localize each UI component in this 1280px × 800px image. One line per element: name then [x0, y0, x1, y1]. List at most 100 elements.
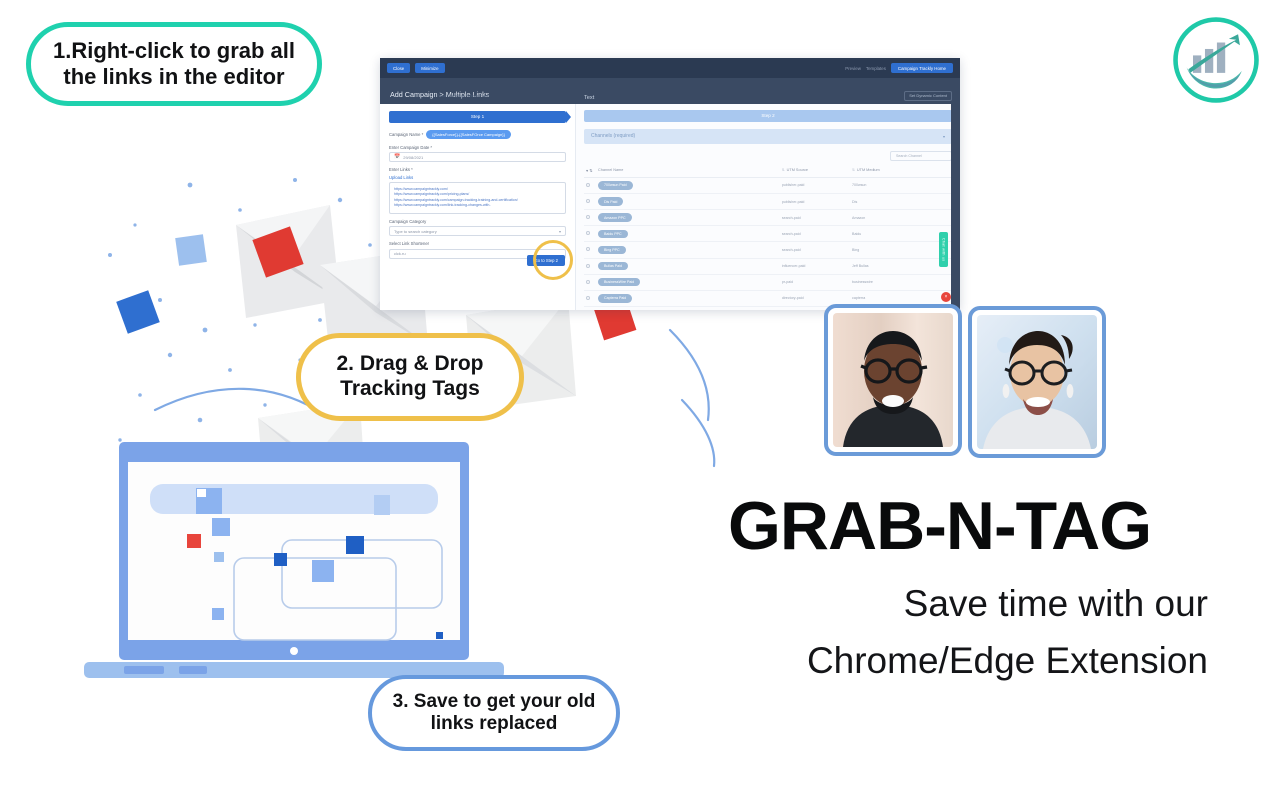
avatar	[977, 315, 1097, 449]
row-checkbox[interactable]	[586, 247, 590, 252]
chevron-down-icon: ▾	[942, 133, 945, 139]
highlight-ring	[533, 240, 573, 280]
cell-utm-medium: 700wsun	[850, 177, 952, 194]
campaign-category-input[interactable]: Type to search category ▾	[389, 226, 566, 237]
row-checkbox-cell[interactable]	[584, 177, 596, 194]
portrait-photo-right	[968, 306, 1106, 458]
page-headline: GRAB-N-TAG	[728, 488, 1152, 564]
search-channel-input[interactable]: Search Channel	[890, 150, 952, 161]
row-checkbox[interactable]	[586, 215, 590, 220]
set-dynamic-content-button[interactable]: Set Dynamic Content	[904, 90, 952, 101]
channel-pill: Bing PPC	[598, 245, 626, 255]
campaign-date-input[interactable]: 📅 29/08/2021	[389, 152, 566, 163]
channel-pill: Amazon PPC	[598, 213, 632, 222]
chat-with-us-tab[interactable]: Chat with us	[939, 232, 948, 268]
minimize-button[interactable]: Minimize	[415, 62, 445, 74]
channel-pill: Capterra Paid	[598, 294, 633, 303]
table-row[interactable]: Bullas Paid influencer-paid Jeff Bullas	[584, 258, 952, 275]
cell-utm-medium: Jeff Bullas	[850, 258, 952, 275]
campaign-trackly-home-button[interactable]: Campaign Trackly Home	[890, 62, 953, 74]
cell-utm-source: publisher-paid	[779, 177, 851, 194]
campaign-category-label: Campaign Category	[389, 218, 427, 224]
row-checkbox-cell[interactable]	[584, 306, 596, 310]
channels-select[interactable]: Channels (required) ▾	[584, 128, 952, 144]
row-checkbox[interactable]	[586, 295, 590, 300]
text-panel-header: Text Set Dynamic Content	[576, 90, 960, 104]
chat-close-icon[interactable]: ×	[941, 292, 951, 302]
table-row[interactable]: Amazon PPC search-paid Amazon	[584, 209, 952, 227]
channel-pill: Baidu PPC	[598, 229, 628, 239]
cell-utm-source: search-paid	[779, 241, 851, 259]
cell-channel-name: Capterra Paid	[596, 290, 780, 308]
row-checkbox-cell[interactable]	[584, 241, 596, 259]
th-utm-medium[interactable]: ⇅ UTM Medium	[850, 164, 952, 178]
channels-table-body: 700wsun Paid publisher-paid 700wsun Dis Pai…	[584, 177, 952, 310]
row-checkbox-cell[interactable]	[584, 274, 596, 291]
cell-utm-medium: Bing	[850, 241, 952, 259]
campaign-date-label: Enter Campaign Date *	[389, 144, 433, 150]
campaign-name-row: Campaign Name * {{SalesForce}}-{{SalesFO…	[389, 129, 566, 139]
cell-utm-medium: businesswire	[850, 274, 952, 291]
search-row: Search Channel	[584, 150, 952, 161]
link-line: https://www.campaigntrackly.com/link-tra…	[394, 203, 491, 208]
channel-pill: 700wsun Paid	[598, 181, 633, 190]
cell-utm-source: influencer-paid	[779, 258, 851, 275]
campaign-name-token[interactable]: {{SalesForce}}-{{SalesFOrce Campaign}}	[426, 129, 511, 139]
laptop-illustration	[84, 442, 504, 678]
cell-utm-source: search-paid	[779, 209, 851, 227]
row-checkbox[interactable]	[586, 263, 590, 268]
cell-channel-name: Amazon PPC	[596, 209, 780, 227]
row-checkbox[interactable]	[586, 231, 590, 236]
cell-channel-name: Baidu PPC	[596, 225, 780, 243]
th-utm-source-label: UTM Source	[786, 168, 808, 173]
th-select[interactable]: ♥ ⇅	[584, 164, 596, 178]
app-title-area: Your Campaign Should Have Add Campaign >…	[380, 90, 576, 104]
th-utm-source[interactable]: ⇅ UTM Source	[779, 164, 851, 178]
chevron-down-icon: ▾	[558, 228, 561, 234]
campaign-category-block: Campaign Category Type to search categor…	[389, 219, 566, 237]
th-channel-name[interactable]: Channel Name	[596, 164, 780, 178]
app-content: Step 1 Campaign Name * {{SalesForce}}-{{…	[380, 104, 960, 310]
table-row[interactable]: Dis Paid publisher-paid Dis	[584, 193, 952, 211]
poster-canvas: Close Minimize Preview Templates Campaig…	[0, 0, 1280, 800]
templates-menu[interactable]: Templates	[866, 66, 886, 71]
enter-links-block: Enter Links * Upload Links https://www.c…	[389, 167, 566, 214]
row-checkbox-cell[interactable]	[584, 258, 596, 275]
row-checkbox[interactable]	[586, 279, 590, 284]
cell-utm-medium: Dis	[850, 193, 952, 211]
preview-menu[interactable]: Preview	[845, 66, 861, 71]
table-row[interactable]: 700wsun Paid publisher-paid 700wsun	[584, 177, 952, 194]
step1-chip: Step 1	[389, 111, 571, 123]
step2-chip: Step 2	[584, 110, 957, 122]
shortener-value: clck.ru	[394, 251, 406, 257]
cell-utm-source: publisher-paid	[779, 193, 851, 211]
table-row[interactable]: BusinessWire Paid pr-paid businesswire	[584, 274, 952, 291]
cell-utm-medium: Amazon	[850, 209, 952, 227]
row-checkbox-cell[interactable]	[584, 225, 596, 243]
row-checkbox-cell[interactable]	[584, 290, 596, 308]
app-screenshot: Close Minimize Preview Templates Campaig…	[380, 58, 960, 310]
table-row[interactable]: Baidu PPC search-paid Baidu	[584, 225, 952, 243]
cell-utm-medium: Baidu	[850, 225, 952, 243]
row-checkbox[interactable]	[586, 199, 590, 204]
table-row[interactable]: Bing PPC search-paid Bing	[584, 241, 952, 259]
campaign-date-value: 29/08/2021	[403, 154, 424, 160]
cell-channel-name: 700wsun Paid	[596, 177, 780, 194]
upload-links-link[interactable]: Upload Links	[389, 175, 566, 180]
row-checkbox-cell[interactable]	[584, 193, 596, 211]
cell-channel-name: BusinessWire Paid	[596, 274, 780, 291]
close-button[interactable]: Close	[387, 62, 411, 74]
row-checkbox-cell[interactable]	[584, 209, 596, 227]
portrait-photo-left	[824, 304, 962, 456]
text-panel-label: Text	[584, 95, 595, 101]
callout-step-3: 3. Save to get your old links replaced	[368, 675, 620, 751]
links-textarea[interactable]: https://www.campaigntrackly.com/ https:/…	[389, 182, 566, 214]
cell-channel-name: Bullas Paid	[596, 258, 780, 275]
right-rail	[951, 104, 960, 310]
channel-pill: Dis Paid	[598, 197, 624, 206]
sort-icon: ⇅	[852, 168, 855, 173]
row-checkbox[interactable]	[586, 182, 590, 187]
th-utm-medium-label: UTM Medium	[856, 168, 880, 173]
app-titlebar: Close Minimize Preview Templates Campaig…	[380, 58, 960, 78]
page-subheadline: Save time with our Chrome/Edge Extension	[806, 583, 1208, 682]
